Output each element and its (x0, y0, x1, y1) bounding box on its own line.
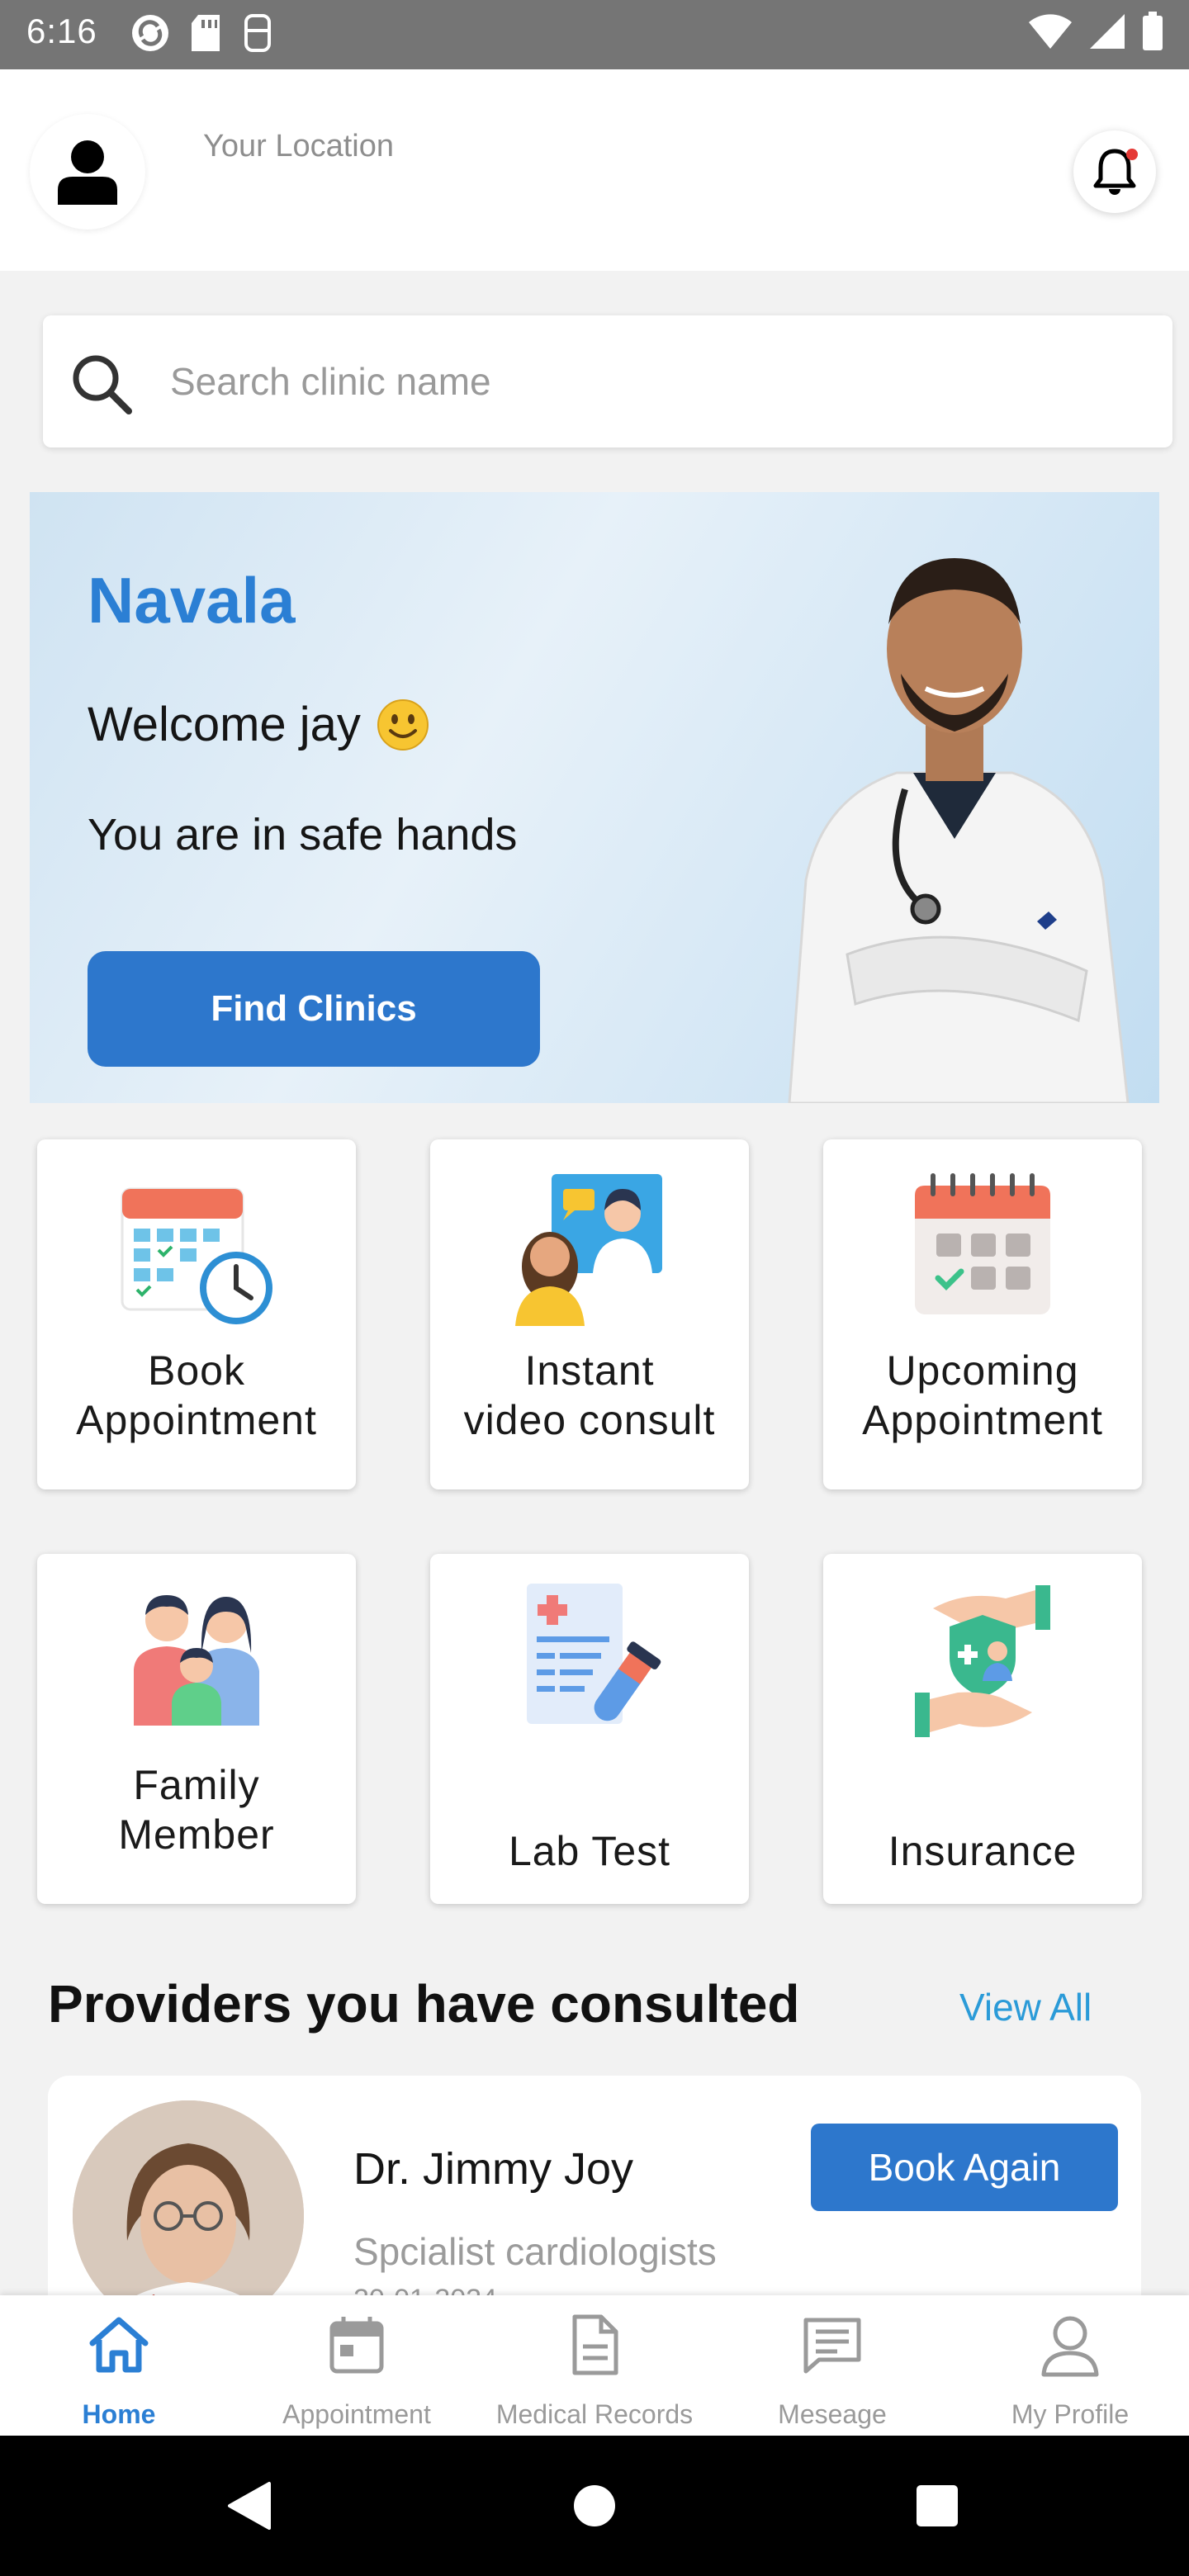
insurance-icon (915, 1585, 1050, 1737)
document-icon (572, 2314, 618, 2375)
service-card-book-appointment[interactable]: Book Appointment (37, 1139, 356, 1489)
user-icon (1041, 2316, 1099, 2377)
provider-card[interactable]: Dr. Jimmy Joy Spcialist cardiologists 20… (48, 2076, 1141, 2323)
message-icon (803, 2318, 861, 2374)
provider-photo (73, 2100, 304, 2323)
recents-icon[interactable] (915, 2484, 959, 2528)
tab-label: Medical Records (495, 2399, 694, 2429)
service-label: Upcoming Appointment (862, 1347, 1103, 1443)
doctor-illustration (788, 558, 1130, 1103)
view-all-link[interactable]: View All (959, 1985, 1092, 2029)
service-card-upcoming-appointment[interactable]: Upcoming Appointment (823, 1139, 1142, 1489)
family-icon (134, 1595, 259, 1726)
calendar-icon (329, 2317, 384, 2374)
status-time: 6:16 (26, 12, 97, 50)
smile-emoji-icon (377, 698, 429, 751)
service-label: Insurance (888, 1828, 1078, 1874)
notification-dot (1126, 149, 1138, 160)
location-label[interactable]: Your Location (203, 129, 394, 164)
service-card-family-member[interactable]: Family Member (37, 1554, 356, 1904)
tab-appointment[interactable]: Appointment (238, 2295, 476, 2436)
tab-medical-records[interactable]: Medical Records (476, 2295, 713, 2436)
calendar-clock-icon (121, 1187, 272, 1324)
lab-test-icon (527, 1584, 661, 1724)
home-icon (89, 2317, 149, 2373)
tab-label: Meseage (778, 2399, 887, 2429)
provider-avatar-image (73, 2100, 304, 2323)
service-card-insurance[interactable]: Insurance (823, 1554, 1142, 1904)
welcome-text: Welcome jay (88, 698, 361, 751)
service-card-lab-test[interactable]: Lab Test (430, 1554, 749, 1904)
service-label: Book Appointment (76, 1347, 317, 1443)
wifi-icon (1029, 14, 1072, 49)
battery-icon (1143, 12, 1163, 50)
tab-label: Appointment (282, 2399, 431, 2429)
service-label: Family Member (118, 1762, 275, 1858)
sync-icon (132, 15, 168, 51)
tab-my-profile[interactable]: My Profile (951, 2295, 1189, 2436)
search-icon (73, 355, 132, 414)
find-clinics-button[interactable]: Find Clinics (88, 951, 540, 1067)
providers-section-title: Providers you have consulted (48, 1974, 800, 2034)
search-input[interactable] (170, 348, 1120, 414)
back-icon[interactable] (225, 2480, 274, 2531)
tab-label: My Profile (1011, 2399, 1130, 2429)
service-label: Instant video consult (463, 1347, 716, 1443)
tab-message[interactable]: Meseage (713, 2295, 951, 2436)
tab-home[interactable]: Home (0, 2295, 238, 2436)
tab-label: Home (82, 2399, 156, 2429)
storage-icon (244, 14, 271, 52)
bottom-tab-bar: Home Appointment Medical Records Meseage… (0, 2295, 1189, 2436)
video-consult-icon (515, 1174, 662, 1326)
service-label: Lab Test (508, 1828, 671, 1874)
service-card-video-consult[interactable]: Instant video consult (430, 1139, 749, 1489)
status-bar: 6:16 (0, 0, 1189, 69)
profile-avatar[interactable] (30, 114, 145, 230)
user-icon (58, 140, 117, 205)
provider-name: Dr. Jimmy Joy (353, 2144, 634, 2194)
signal-icon (1090, 14, 1125, 49)
welcome-banner: Navala Welcome jay You are in safe hands… (30, 492, 1159, 1103)
notification-button[interactable] (1073, 130, 1156, 213)
tagline: You are in safe hands (88, 810, 518, 859)
sd-card-icon (192, 15, 220, 51)
provider-specialty: Spcialist cardiologists (353, 2230, 717, 2273)
home-button-icon[interactable] (572, 2484, 617, 2528)
brand-title: Navala (88, 564, 296, 637)
book-again-button[interactable]: Book Again (811, 2124, 1118, 2211)
app-header: Your Location (0, 69, 1189, 271)
search-bar (43, 315, 1172, 447)
system-navigation-bar (0, 2436, 1189, 2576)
calendar-check-icon (915, 1173, 1050, 1314)
